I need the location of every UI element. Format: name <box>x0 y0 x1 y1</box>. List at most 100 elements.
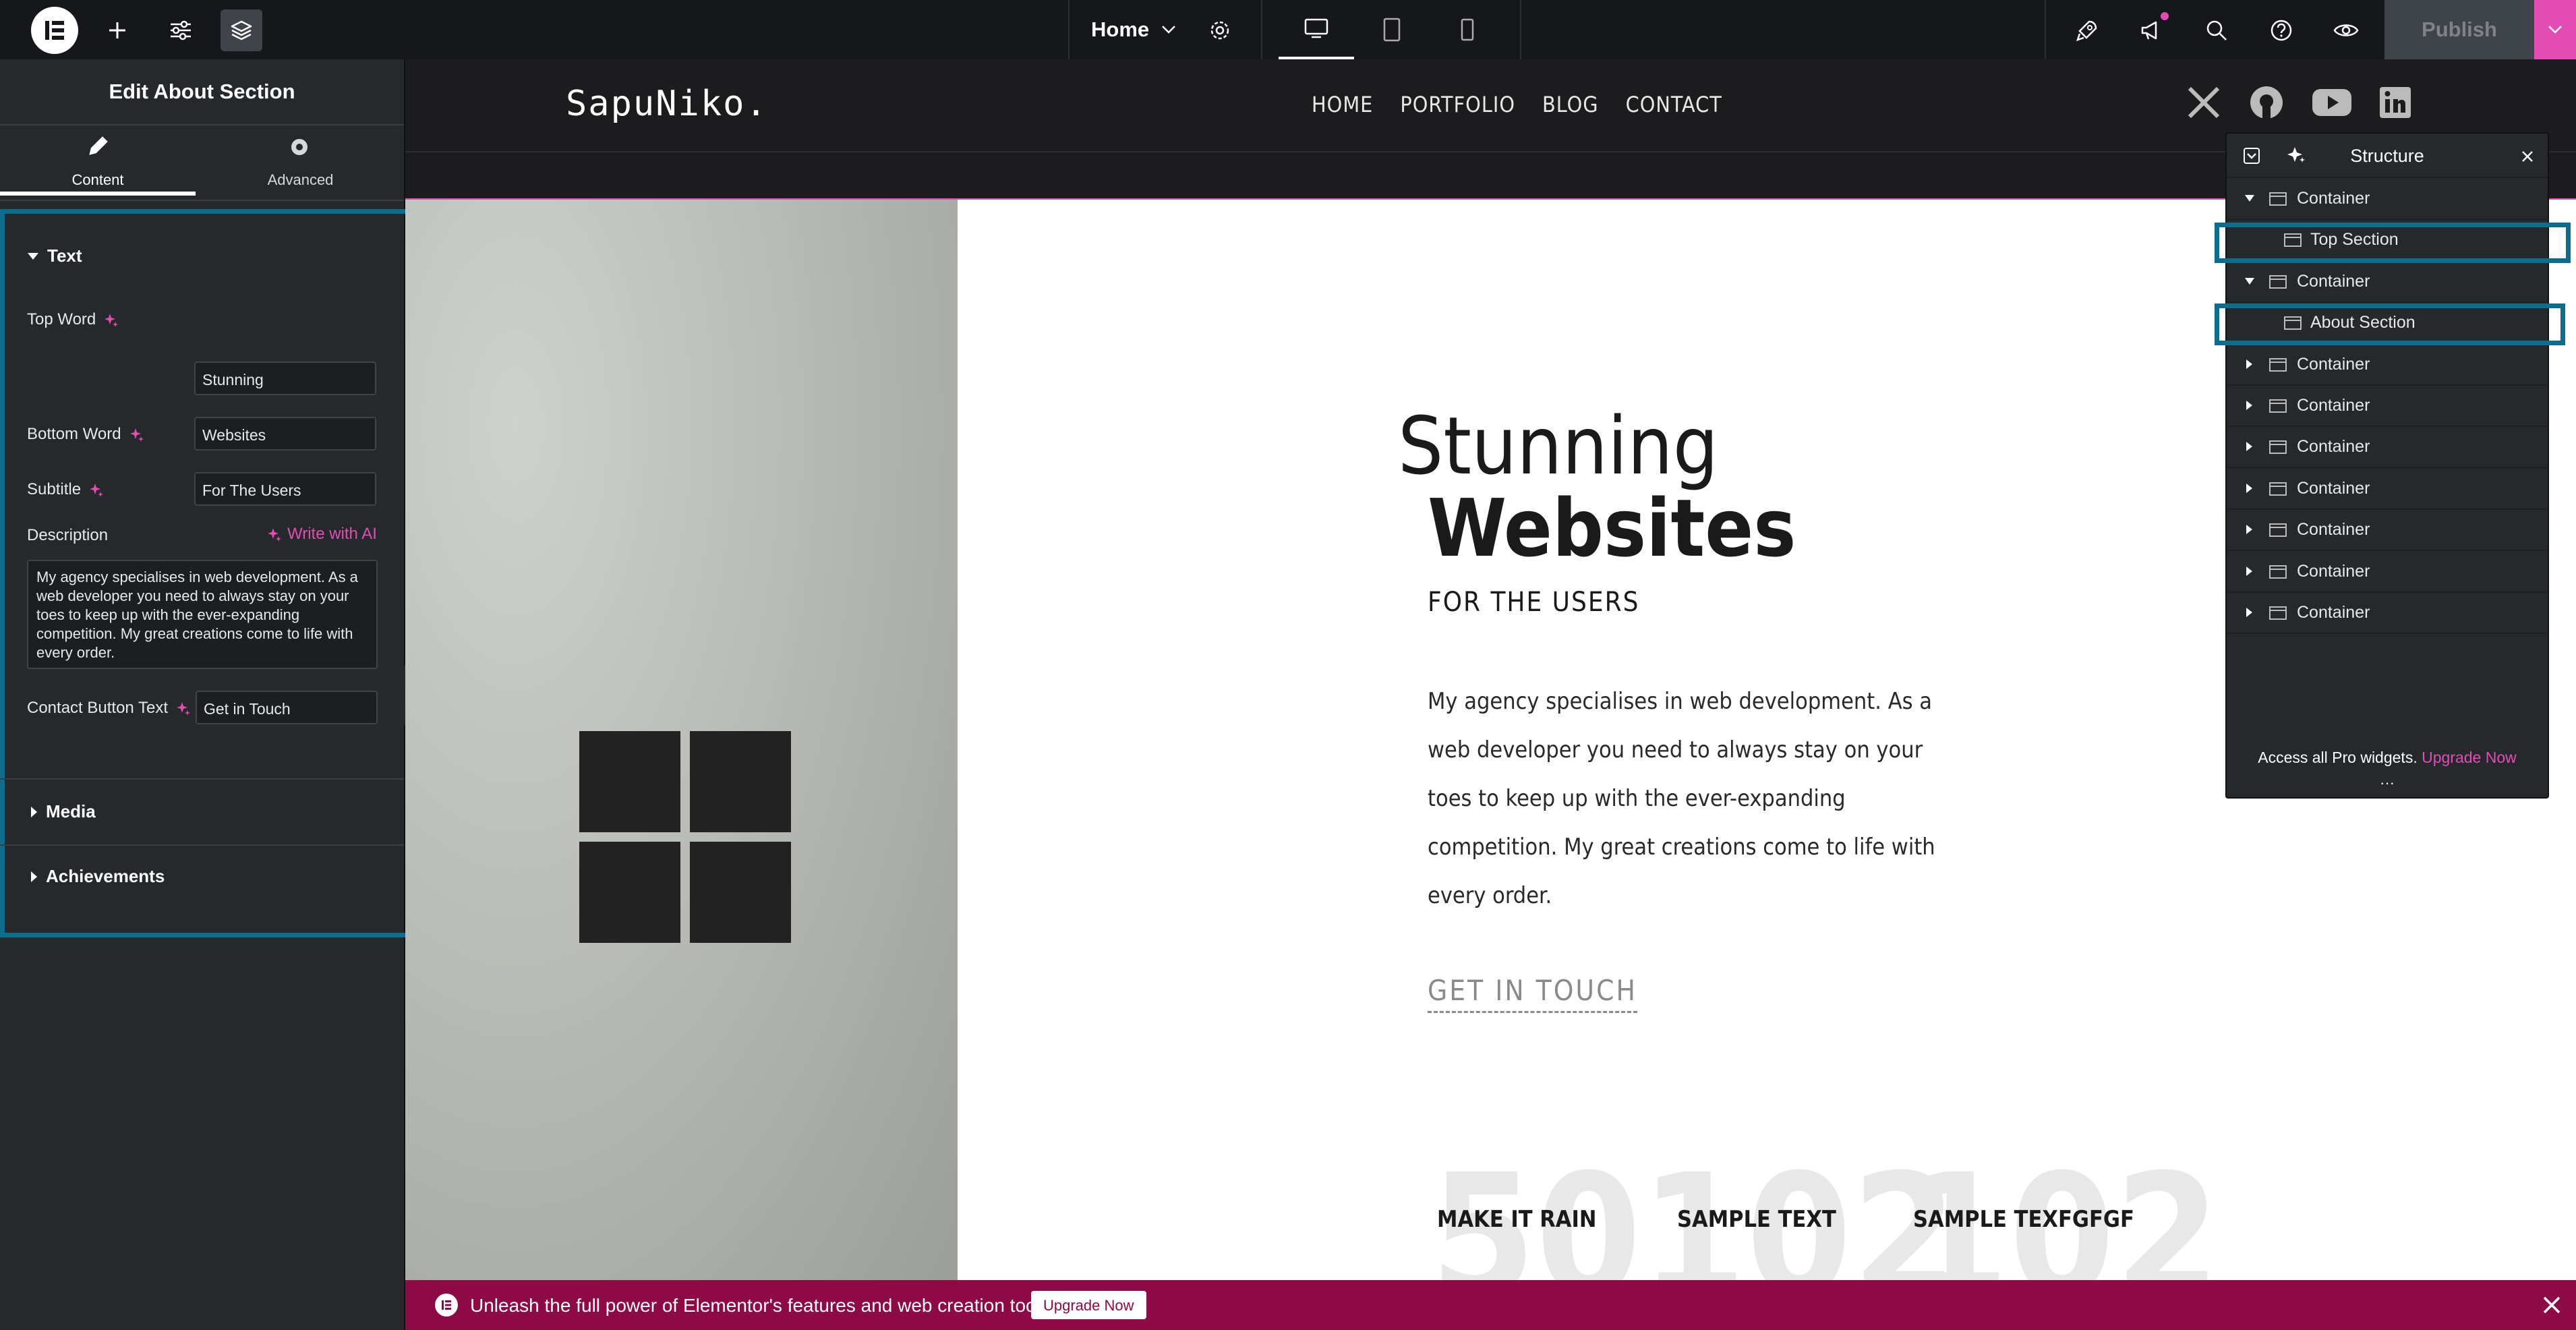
desktop-view-button[interactable] <box>1279 0 1354 59</box>
page-selector[interactable]: Home <box>1091 15 1176 45</box>
nav-contact[interactable]: CONTACT <box>1626 92 1722 117</box>
caret-right-icon[interactable] <box>2246 483 2254 494</box>
notifications-button[interactable] <box>2131 9 2173 51</box>
section-achievements-header[interactable]: Achievements <box>30 866 165 887</box>
plus-icon <box>109 22 125 38</box>
mobile-view-button[interactable] <box>1430 0 1505 59</box>
caret-down-icon <box>28 252 38 260</box>
description-label: Description <box>27 526 109 544</box>
chevron-down-icon <box>2548 26 2562 34</box>
structure-row-container[interactable]: Container <box>2227 509 2548 552</box>
sliders-icon <box>171 20 191 40</box>
top-section-highlight <box>2215 223 2571 263</box>
ai-sparkle-icon[interactable] <box>89 482 104 497</box>
ai-sparkle-icon <box>268 528 281 542</box>
subtitle-label: Subtitle <box>27 480 104 499</box>
banner-upgrade-button[interactable]: Upgrade Now <box>1031 1291 1146 1319</box>
section-media-header[interactable]: Media <box>30 801 96 822</box>
structure-row-container[interactable]: Container <box>2227 261 2548 303</box>
add-element-button[interactable] <box>96 9 138 51</box>
help-icon <box>2271 20 2292 41</box>
preview-button[interactable] <box>2325 9 2367 51</box>
search-button[interactable] <box>2196 9 2237 51</box>
window-pane <box>579 731 680 832</box>
structure-row-container[interactable]: Container <box>2227 178 2548 220</box>
container-icon <box>2269 440 2287 455</box>
site-logo[interactable]: SapuNiko. <box>566 84 768 124</box>
caret-right-icon[interactable] <box>2246 400 2254 411</box>
structure-button[interactable] <box>221 9 262 51</box>
description-line: web developer you need to always stay on… <box>1428 736 1923 763</box>
close-icon[interactable] <box>2542 1295 2562 1315</box>
bottom-word-label: Bottom Word <box>27 425 144 444</box>
structure-row-label: Container <box>2297 396 2370 415</box>
write-with-ai-button[interactable]: Write with AI <box>267 525 377 544</box>
structure-row-container[interactable]: Container <box>2227 551 2548 593</box>
publish-button[interactable]: Publish <box>2384 0 2534 59</box>
linkedin-icon[interactable] <box>2380 87 2411 118</box>
structure-row-label: Container <box>2297 561 2370 581</box>
pro-widgets-note: Access all Pro widgets. Upgrade Now <box>2258 749 2517 766</box>
site-planner-button[interactable] <box>2066 9 2108 51</box>
nav-blog[interactable]: BLOG <box>1542 92 1599 117</box>
container-icon <box>2269 192 2287 206</box>
structure-row-container[interactable]: Container <box>2227 592 2548 634</box>
about-image <box>405 200 958 1330</box>
tab-content-label: Content <box>71 171 124 188</box>
tablet-view-button[interactable] <box>1354 0 1430 59</box>
caret-down-icon[interactable] <box>2244 194 2255 202</box>
x-twitter-icon[interactable] <box>2187 86 2221 119</box>
elementor-badge-icon <box>435 1294 458 1317</box>
caret-down-icon[interactable] <box>2244 277 2255 285</box>
top-word-heading[interactable]: Stunning <box>1398 406 1718 486</box>
upgrade-now-link[interactable]: Upgrade Now <box>2422 749 2517 766</box>
bottom-word-heading[interactable]: Websites <box>1428 488 1796 568</box>
page-settings-button[interactable] <box>1199 9 1241 51</box>
caret-right-icon <box>31 871 37 882</box>
separator <box>1261 0 1262 59</box>
site-settings-button[interactable] <box>160 9 202 51</box>
publish-options-button[interactable] <box>2534 0 2576 59</box>
structure-row-container[interactable]: Container <box>2227 426 2548 469</box>
caret-right-icon[interactable] <box>2246 524 2254 535</box>
help-button[interactable] <box>2260 9 2302 51</box>
description-line: competition. My great creations come to … <box>1428 834 1935 861</box>
nav-portfolio[interactable]: PORTFOLIO <box>1400 92 1515 117</box>
tablet-icon <box>1383 18 1401 42</box>
caret-right-icon <box>31 806 37 817</box>
structure-row-label: Container <box>2297 271 2370 291</box>
section-text-header[interactable]: Text <box>27 245 82 266</box>
get-in-touch-link[interactable]: GET IN TOUCH <box>1428 974 1637 1013</box>
structure-row-container[interactable]: Container <box>2227 344 2548 386</box>
ai-sparkle-icon[interactable] <box>129 427 144 442</box>
caret-right-icon[interactable] <box>2246 566 2254 577</box>
structure-row-label: Container <box>2297 354 2370 374</box>
caret-right-icon[interactable] <box>2246 441 2254 452</box>
github-icon[interactable] <box>2249 85 2284 120</box>
ai-sparkle-icon[interactable] <box>176 701 191 716</box>
caret-right-icon[interactable] <box>2246 607 2254 618</box>
subtitle-heading[interactable]: FOR THE USERS <box>1428 587 1639 618</box>
container-icon <box>2269 606 2287 620</box>
top-word-label: Top Word <box>27 310 119 329</box>
structure-title: Structure <box>2350 146 2424 166</box>
nav-home[interactable]: HOME <box>1312 92 1373 117</box>
desktop-icon <box>1304 18 1328 38</box>
structure-row-container[interactable]: Container <box>2227 385 2548 427</box>
contact-button-text-input[interactable]: Get in Touch <box>196 691 378 724</box>
elementor-logo-icon[interactable] <box>31 7 78 54</box>
bottom-word-input[interactable]: Websites <box>194 417 376 451</box>
about-description[interactable]: My agency specialises in web development… <box>1428 677 1935 920</box>
panel-divider <box>0 200 404 201</box>
youtube-icon[interactable] <box>2312 88 2351 117</box>
subtitle-input[interactable]: For The Users <box>194 472 376 506</box>
top-word-input[interactable]: Stunning <box>194 362 376 395</box>
ai-sparkle-icon[interactable] <box>104 312 119 327</box>
resize-handle[interactable]: ··· <box>2227 774 2548 792</box>
caret-right-icon[interactable] <box>2246 359 2254 370</box>
separator <box>1068 0 1070 59</box>
close-icon[interactable] <box>2521 150 2534 163</box>
structure-row-label: Container <box>2297 189 2370 208</box>
structure-row-container[interactable]: Container <box>2227 468 2548 510</box>
description-textarea[interactable]: My agency specialises in web development… <box>27 560 378 669</box>
